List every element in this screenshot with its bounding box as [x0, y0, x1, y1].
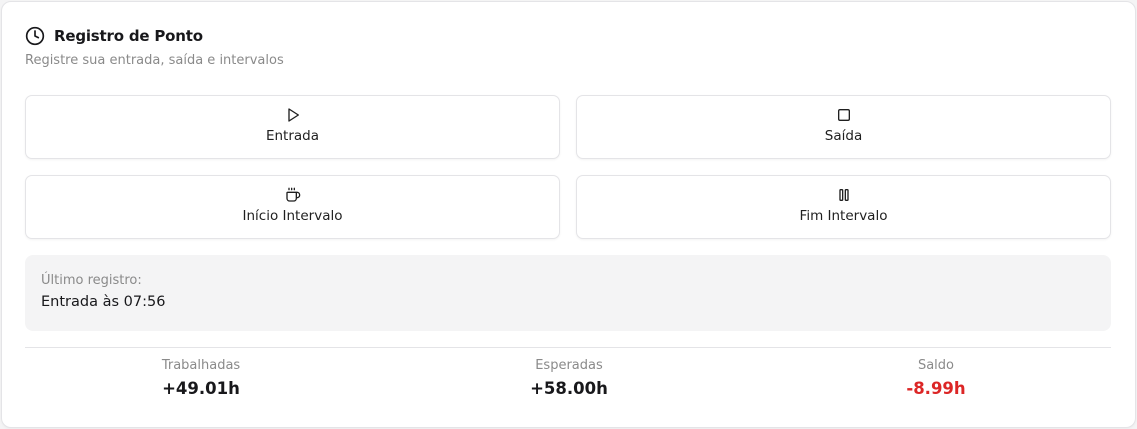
break-end-label: Fim Intervalo: [799, 208, 888, 224]
clock-in-label: Entrada: [265, 128, 320, 144]
stat-worked-value: +49.01h: [162, 379, 240, 398]
last-record-caption: Último registro:: [41, 273, 142, 288]
pause-icon: [836, 187, 852, 203]
stop-square-icon: [836, 107, 852, 123]
divider: [25, 347, 1111, 348]
last-record-value: Entrada às 07:56: [41, 294, 166, 310]
card-title: Registro de Ponto: [54, 27, 203, 45]
stat-worked-label: Trabalhadas: [161, 358, 241, 373]
stat-expected-label: Esperadas: [535, 358, 603, 373]
card-header: Registro de Ponto: [25, 26, 203, 46]
stat-balance: Saldo -8.99h: [786, 358, 1086, 398]
coffee-cup-icon: [285, 187, 301, 203]
break-start-button[interactable]: Início Intervalo: [25, 175, 560, 239]
time-clock-card: Registro de Ponto Registre sua entrada, …: [1, 1, 1136, 428]
stat-balance-label: Saldo: [917, 358, 955, 373]
stat-worked: Trabalhadas +49.01h: [51, 358, 351, 398]
break-end-button[interactable]: Fim Intervalo: [576, 175, 1111, 239]
clock-icon: [25, 26, 45, 46]
stat-balance-value: -8.99h: [906, 379, 966, 398]
clock-in-button[interactable]: Entrada: [25, 95, 560, 159]
last-record-panel: Último registro: Entrada às 07:56: [25, 255, 1111, 331]
break-start-label: Início Intervalo: [242, 208, 343, 224]
play-icon: [285, 107, 301, 123]
card-subtitle: Registre sua entrada, saída e intervalos: [25, 53, 284, 68]
stat-expected-value: +58.00h: [530, 379, 608, 398]
stat-expected: Esperadas +58.00h: [419, 358, 719, 398]
clock-out-button[interactable]: Saída: [576, 95, 1111, 159]
clock-out-label: Saída: [824, 128, 863, 144]
